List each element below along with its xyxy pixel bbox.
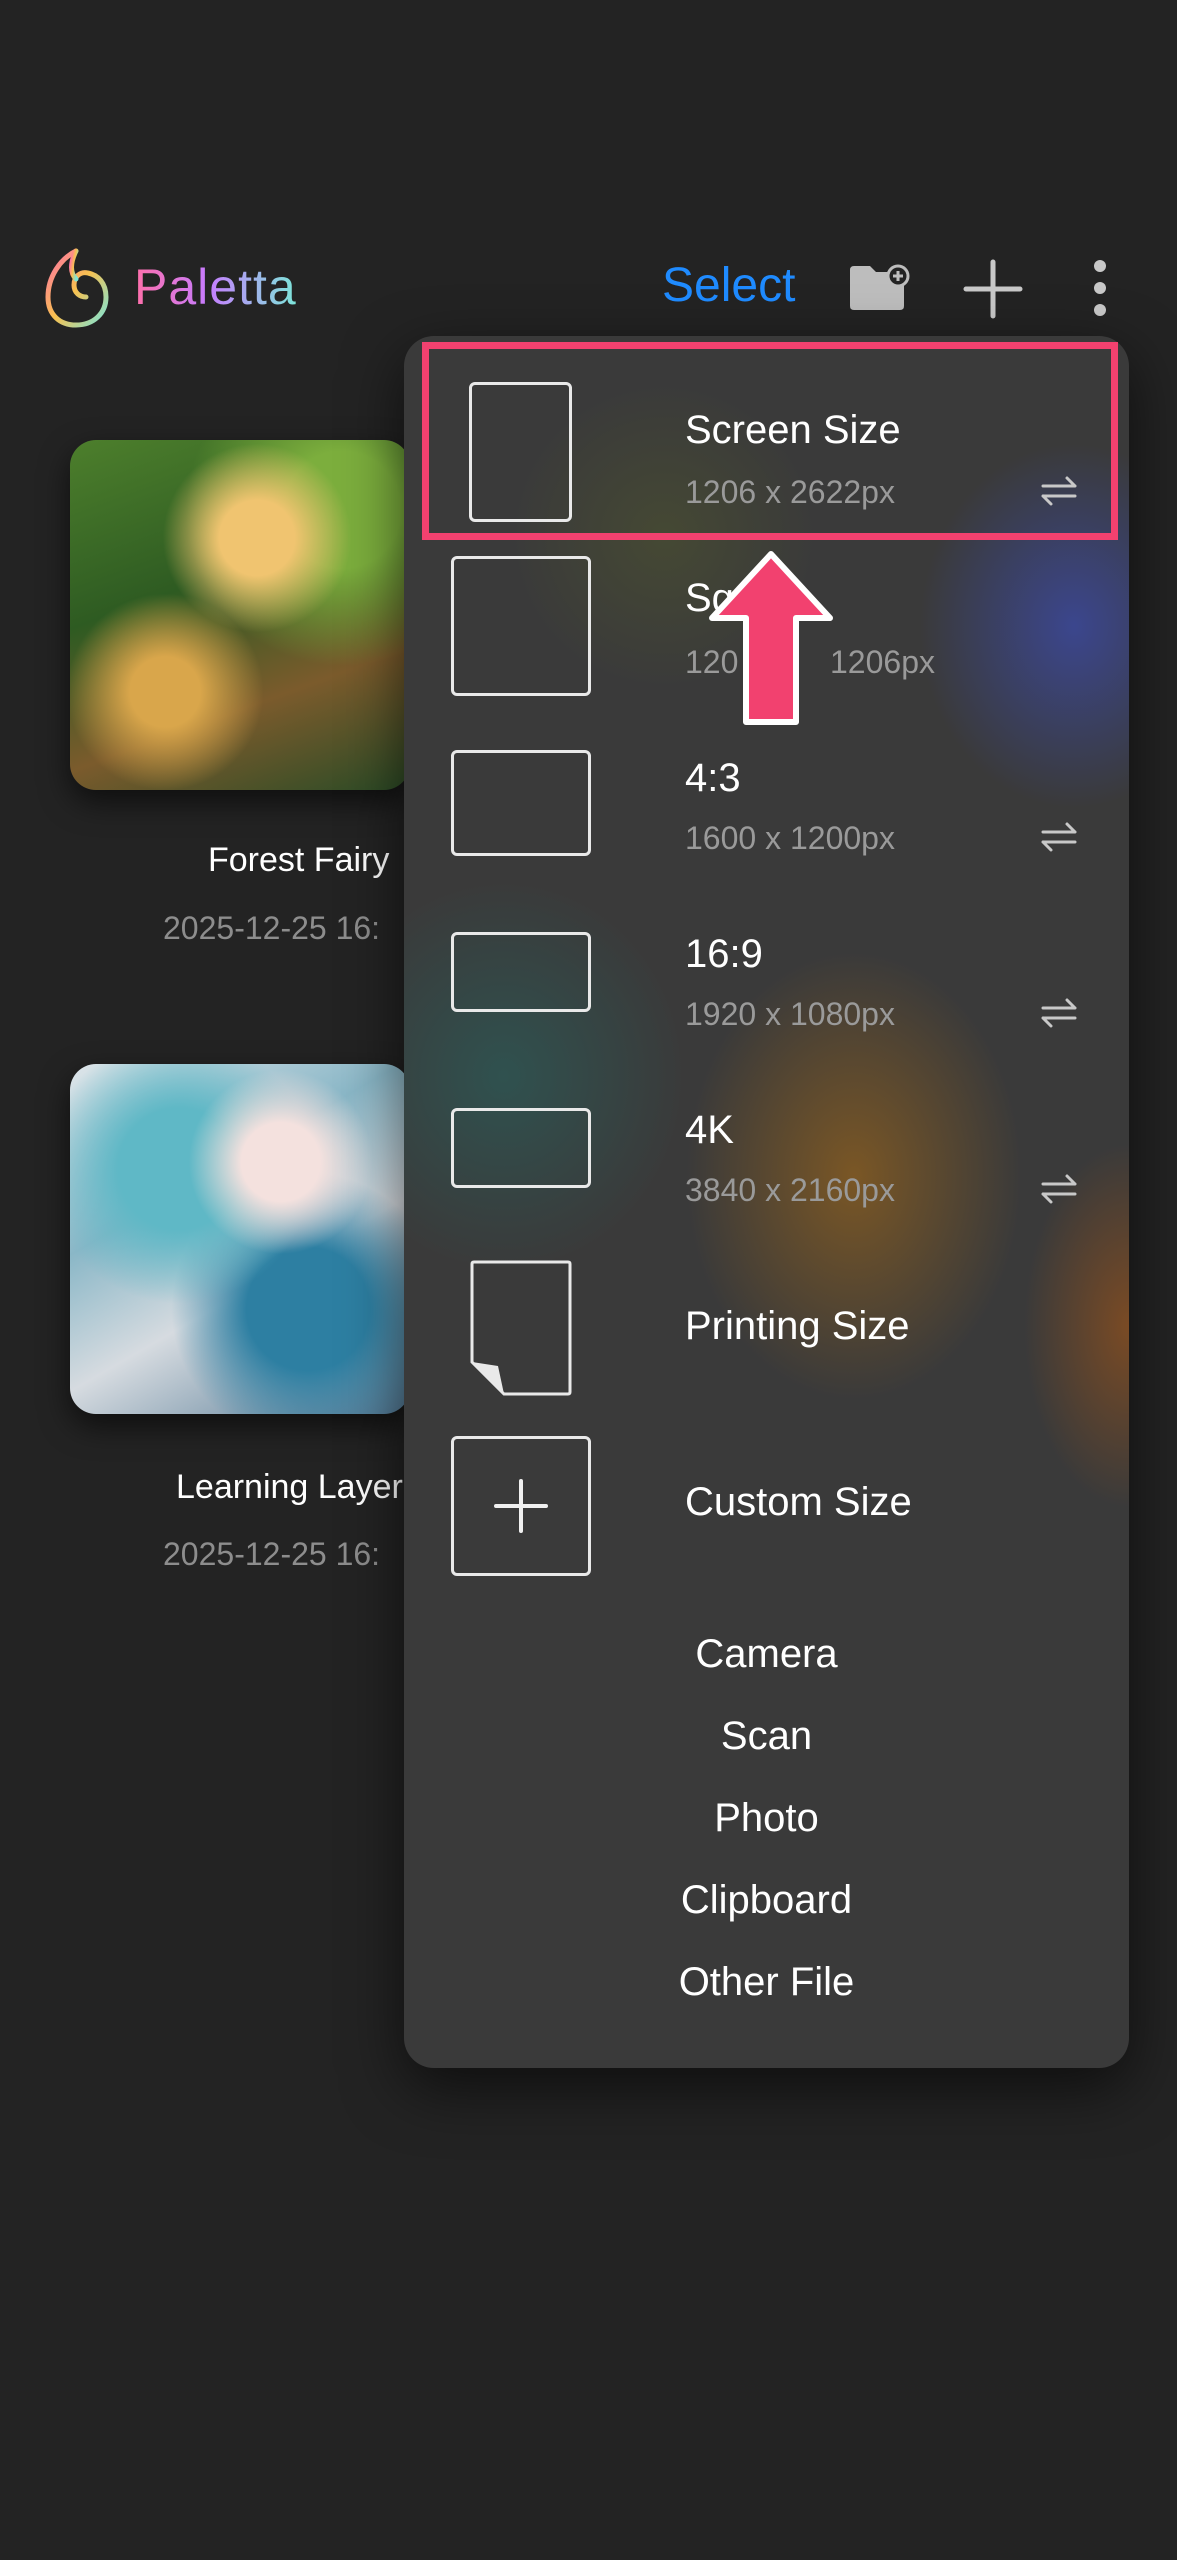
paletta-logo-icon [45,248,109,328]
menu-item-16-9[interactable]: 16:9 1920 x 1080px [404,892,1129,1062]
menu-item-camera[interactable]: Camera [404,1632,1129,1677]
menu-item-custom-size[interactable]: Custom Size [404,1416,1129,1592]
size-title: 16:9 [685,932,763,976]
size-dimensions: 3840 x 2160px [685,1172,895,1208]
size-dimensions: 1600 x 1200px [685,820,895,856]
document-page-icon [470,1260,572,1396]
app-title: Paletta [134,259,297,315]
artwork-date: 2025-12-25 16: [163,910,381,946]
swap-orientation-icon[interactable] [1037,820,1081,854]
artwork-thumbnail[interactable] [70,1064,410,1414]
size-dimensions: 1206px [830,644,935,680]
artwork-date: 2025-12-25 16: [163,1536,381,1572]
plus-icon [494,1479,548,1533]
more-vertical-icon[interactable] [1090,258,1110,318]
menu-item-4-3[interactable]: 4:3 1600 x 1200px [404,716,1129,886]
menu-item-printing-size[interactable]: Printing Size [404,1240,1129,1416]
size-dimensions: 1920 x 1080px [685,996,895,1032]
widescreen-canvas-icon [451,932,591,1012]
size-title: Custom Size [685,1480,912,1524]
menu-item-4k[interactable]: 4K 3840 x 2160px [404,1068,1129,1238]
menu-item-clipboard[interactable]: Clipboard [404,1878,1129,1923]
size-title: 4:3 [685,756,741,800]
swap-orientation-icon[interactable] [1037,1172,1081,1206]
square-canvas-icon [451,556,591,696]
highlight-box [422,342,1118,540]
menu-item-photo[interactable]: Photo [404,1796,1129,1841]
landscape-canvas-icon [451,750,591,856]
swap-orientation-icon[interactable] [1037,996,1081,1030]
menu-item-other-file[interactable]: Other File [404,1960,1129,2005]
artwork-title: Learning Layer [176,1468,403,1506]
size-title: 4K [685,1108,734,1152]
new-folder-icon[interactable] [848,262,910,312]
size-title: Printing Size [685,1304,910,1348]
4k-canvas-icon [451,1108,591,1188]
plus-icon[interactable] [962,258,1024,320]
artwork-title: Forest Fairy [208,841,390,879]
up-arrow-icon [709,551,833,725]
select-button[interactable]: Select [662,258,795,313]
artwork-thumbnail[interactable] [70,440,410,790]
menu-item-scan[interactable]: Scan [404,1714,1129,1759]
